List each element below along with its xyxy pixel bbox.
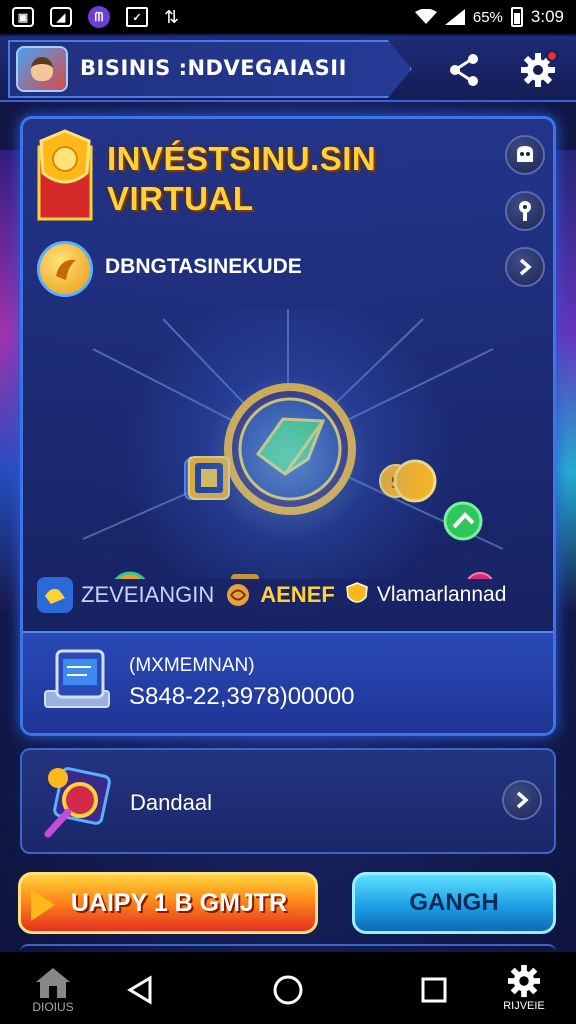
chevron-right-icon bbox=[519, 258, 532, 276]
primary-action-button[interactable]: UAIPY 1 B GMJTR bbox=[18, 872, 318, 934]
signal-icon bbox=[444, 9, 465, 25]
app-screen: ▣ ◢ ᗰ ✓ ⇅ 65% 3:09 BISINIS :NDVEGAIASII bbox=[0, 0, 576, 1024]
amount-panel[interactable]: (MXMEMNAN) S848-22,3978)00000 bbox=[23, 631, 553, 733]
shield-small-icon bbox=[345, 577, 369, 613]
app-logo bbox=[16, 46, 68, 92]
app-notification-icon: ᗰ bbox=[88, 6, 110, 28]
battery-percent: 65% bbox=[472, 8, 503, 26]
status-bar: ▣ ◢ ᗰ ✓ ⇅ 65% 3:09 bbox=[0, 0, 576, 34]
brain-icon bbox=[224, 577, 252, 613]
amount-label: (MXMEMNAN) bbox=[129, 655, 255, 676]
gallery-notification-icon: ◢ bbox=[50, 7, 72, 27]
card-title: INVÉSTSINU.SIN VIRTUAL bbox=[107, 139, 376, 219]
card-subtitle: DBNGTASINEKUDE bbox=[105, 255, 302, 278]
photo-notification-icon: ▣ bbox=[12, 7, 34, 27]
secondary-next-button[interactable] bbox=[502, 780, 542, 820]
battery-icon bbox=[510, 7, 523, 27]
recents-icon bbox=[421, 977, 447, 1003]
clock: 3:09 bbox=[530, 7, 564, 26]
card-title-line1: INVÉSTSINU.SIN bbox=[107, 140, 377, 177]
home-icon bbox=[36, 968, 70, 998]
settings-button[interactable] bbox=[518, 50, 558, 90]
navigation-bar: DIOIUS RIJVEIE bbox=[0, 952, 576, 1024]
secondary-card[interactable]: Dandaal bbox=[20, 748, 556, 854]
share-button[interactable] bbox=[444, 50, 484, 90]
stat-1: ZEVEIANGIN bbox=[81, 582, 215, 607]
stat-3: Vlamarlannad bbox=[376, 583, 507, 606]
app-header: BISINIS :NDVEGAIASII bbox=[0, 36, 576, 102]
amount-value: S848-22,3978)00000 bbox=[129, 683, 355, 710]
chevron-right-icon bbox=[516, 791, 529, 809]
light-rays bbox=[53, 309, 523, 579]
secondary-action-button[interactable]: GANGH bbox=[352, 872, 556, 934]
secondary-action-label: GANGH bbox=[409, 889, 499, 916]
magnifier-chart-icon bbox=[44, 767, 111, 838]
primary-action-label: UAIPY 1 B GMJTR bbox=[70, 888, 288, 917]
city-backdrop-right bbox=[554, 150, 576, 610]
next-button[interactable] bbox=[505, 247, 545, 287]
pin-icon bbox=[519, 201, 531, 221]
card-title-line2: VIRTUAL bbox=[107, 180, 254, 217]
message-notification-icon: ✓ bbox=[126, 7, 148, 27]
hero-illustration: $ × bbox=[53, 309, 523, 692]
notification-dot bbox=[546, 50, 558, 62]
back-icon bbox=[127, 975, 152, 1005]
home-circle-icon bbox=[273, 975, 303, 1005]
stats-row: ZEVEIANGIN AENEF Vlamarlannad bbox=[37, 575, 547, 615]
shield-badge-icon bbox=[37, 129, 93, 221]
stat-2: AENEF bbox=[260, 582, 335, 607]
nav-home-button[interactable]: DIOIUS bbox=[28, 966, 78, 1022]
play-icon bbox=[31, 889, 55, 921]
nav-home-circle-button[interactable] bbox=[268, 970, 308, 1010]
app-title: BISINIS :NDVEGAIASII bbox=[80, 56, 347, 80]
coin-badge-icon bbox=[37, 241, 93, 297]
gear-icon bbox=[507, 964, 541, 998]
cast-notification-icon: ⇅ bbox=[164, 6, 180, 27]
nav-recents-button[interactable] bbox=[414, 970, 454, 1010]
share-icon bbox=[450, 54, 478, 86]
hand-coin-icon bbox=[37, 577, 73, 613]
tablet-icon bbox=[44, 649, 110, 708]
nav-settings-label: RIJVEIE bbox=[503, 1000, 545, 1012]
investment-card: INVÉSTSINU.SIN VIRTUAL DBNGTASINEKUDE ZE… bbox=[20, 116, 556, 736]
nav-back-button[interactable] bbox=[120, 970, 160, 1010]
mascot-button[interactable] bbox=[505, 135, 545, 175]
secondary-label: Dandaal bbox=[130, 790, 212, 815]
location-button[interactable] bbox=[505, 191, 545, 231]
nav-settings-button[interactable]: RIJVEIE bbox=[494, 964, 554, 1022]
wifi-icon bbox=[414, 9, 437, 24]
city-backdrop-left bbox=[0, 150, 22, 610]
mascot-icon bbox=[517, 146, 533, 162]
nav-home-label: DIOIUS bbox=[32, 1000, 74, 1014]
avatar-face-icon bbox=[31, 57, 53, 81]
